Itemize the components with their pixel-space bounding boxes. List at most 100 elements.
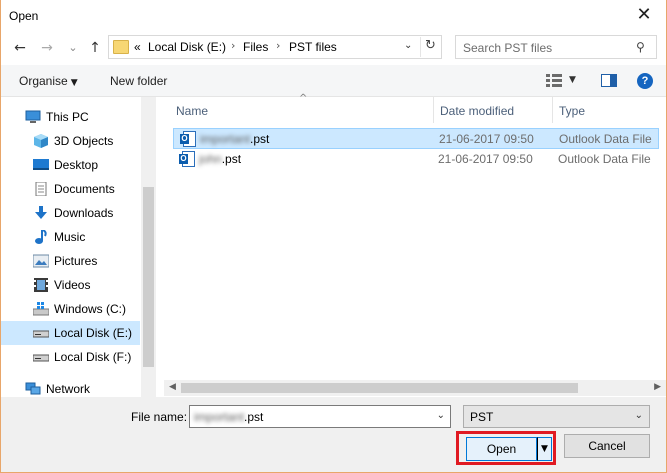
- sidebar-item-windows-c[interactable]: Windows (C:): [1, 297, 140, 321]
- sidebar-item-label: Music: [54, 230, 86, 244]
- documents-icon: [33, 181, 49, 197]
- command-bar: Organise ▼ New folder ▼ ?: [1, 65, 666, 97]
- network-icon: [25, 382, 41, 396]
- outlook-file-icon: O: [179, 151, 195, 167]
- file-name-label: File name:: [131, 410, 188, 424]
- back-arrow-icon[interactable]: ←: [12, 40, 28, 56]
- sidebar-item-label: Network: [46, 382, 91, 396]
- open-button[interactable]: Open: [466, 437, 537, 461]
- sidebar-item-label: Downloads: [54, 206, 114, 220]
- address-bar[interactable]: « Local Disk (E:) › Files › PST files ⌄ …: [108, 35, 442, 59]
- close-icon[interactable]: ✕: [632, 4, 656, 26]
- sidebar-item-documents[interactable]: Documents: [1, 177, 140, 201]
- refresh-icon[interactable]: ↻: [425, 38, 441, 56]
- sidebar-item-label: Windows (C:): [54, 302, 127, 316]
- sidebar-item-label: Pictures: [54, 254, 98, 268]
- scrollbar-thumb[interactable]: [181, 383, 578, 393]
- chevron-down-icon: ⌄: [634, 410, 643, 421]
- file-name: john.pst: [199, 152, 242, 166]
- caret-down-icon[interactable]: ▼: [569, 75, 576, 85]
- column-header-label: Date modified: [440, 104, 515, 118]
- sidebar-item-network[interactable]: Network: [1, 377, 140, 397]
- breadcrumb-files[interactable]: Files: [243, 40, 268, 54]
- file-list: ^ Name Date modified Type O important.ps…: [164, 93, 666, 382]
- file-row[interactable]: O important.pst 21-06-2017 09:50 Outlook…: [173, 128, 659, 149]
- sidebar-item-desktop[interactable]: Desktop: [1, 153, 140, 177]
- download-icon: [33, 206, 49, 220]
- column-header-type[interactable]: Type: [553, 97, 666, 123]
- scroll-right-icon[interactable]: ▶: [654, 382, 661, 392]
- windows-drive-icon: [32, 302, 50, 316]
- sidebar-item-label: 3D Objects: [54, 134, 114, 148]
- sidebar-item-label: This PC: [46, 110, 89, 124]
- scroll-left-icon[interactable]: ◀: [169, 382, 176, 392]
- breadcrumb-separator-icon[interactable]: ›: [276, 39, 280, 52]
- cube-icon: [33, 134, 49, 148]
- search-input[interactable]: Search PST files: [463, 41, 552, 55]
- drive-icon: [32, 350, 50, 364]
- file-type: Outlook Data File: [558, 152, 651, 166]
- view-options-icon[interactable]: [546, 74, 562, 87]
- videos-icon: [33, 278, 49, 292]
- sidebar-item-this-pc[interactable]: This PC: [1, 105, 140, 129]
- outlook-file-icon: O: [180, 131, 196, 147]
- column-header-date-modified[interactable]: Date modified: [434, 97, 553, 123]
- chevron-down-icon[interactable]: ⌄: [437, 410, 445, 421]
- sidebar-item-downloads[interactable]: Downloads: [1, 201, 140, 225]
- pane-divider[interactable]: [157, 97, 164, 397]
- preview-pane-icon[interactable]: [601, 74, 617, 87]
- dialog-footer: File name: important.pst ⌄ PST ⌄ Open ▼ …: [1, 397, 666, 472]
- file-list-scrollbar[interactable]: ◀ ▶: [164, 380, 666, 396]
- forward-arrow-icon[interactable]: →: [39, 40, 55, 56]
- breadcrumb-overflow[interactable]: «: [134, 40, 141, 54]
- navigation-bar: ← → ⌄ ↑ « Local Disk (E:) › Files › PST …: [1, 31, 666, 65]
- search-box[interactable]: Search PST files ⚲: [455, 35, 657, 59]
- up-arrow-icon[interactable]: ↑: [87, 40, 103, 56]
- title-bar: Open ✕: [1, 0, 666, 31]
- breadcrumb-separator-icon[interactable]: ›: [231, 39, 235, 52]
- sidebar-item-local-disk-e[interactable]: Local Disk (E:): [1, 321, 140, 345]
- file-row[interactable]: O john.pst 21-06-2017 09:50 Outlook Data…: [173, 149, 659, 170]
- sidebar-item-music[interactable]: Music: [1, 225, 140, 249]
- divider: [420, 37, 421, 57]
- help-icon[interactable]: ?: [637, 73, 653, 89]
- scrollbar-thumb[interactable]: [143, 187, 154, 367]
- music-icon: [33, 229, 49, 244]
- drive-icon: [32, 326, 50, 340]
- breadcrumb-pst-files[interactable]: PST files: [289, 40, 337, 54]
- file-type: Outlook Data File: [559, 132, 652, 146]
- column-header-name[interactable]: Name: [170, 97, 434, 123]
- sidebar-item-label: Local Disk (E:): [54, 326, 133, 340]
- file-name-value: important.pst: [194, 410, 264, 424]
- sidebar-item-pictures[interactable]: Pictures: [1, 249, 140, 273]
- sidebar-item-label: Desktop: [54, 158, 99, 172]
- computer-icon: [25, 110, 41, 124]
- file-date: 21-06-2017 09:50: [438, 152, 533, 166]
- desktop-icon: [33, 158, 49, 172]
- sidebar-item-local-disk-f[interactable]: Local Disk (F:): [1, 345, 140, 369]
- recent-locations-icon[interactable]: ⌄: [65, 40, 81, 56]
- sidebar-item-3d-objects[interactable]: 3D Objects: [1, 129, 140, 153]
- sidebar-item-videos[interactable]: Videos: [1, 273, 140, 297]
- organise-label: Organise: [19, 74, 68, 88]
- sidebar-item-label: Documents: [54, 182, 115, 196]
- new-folder-button[interactable]: New folder: [110, 74, 167, 88]
- open-button-highlight: Open ▼: [456, 431, 556, 465]
- column-header-label: Name: [176, 104, 209, 118]
- navigation-pane: This PC 3D Objects Desktop Documents Dow…: [1, 97, 156, 397]
- folder-icon: [113, 40, 129, 54]
- organise-button[interactable]: Organise ▼: [19, 74, 78, 88]
- column-header-label: Type: [559, 104, 586, 118]
- file-date: 21-06-2017 09:50: [439, 132, 534, 146]
- file-name-field[interactable]: important.pst ⌄: [189, 405, 451, 428]
- cancel-button[interactable]: Cancel: [564, 434, 650, 458]
- pictures-icon: [32, 254, 50, 268]
- file-type-filter[interactable]: PST ⌄: [463, 405, 650, 428]
- file-type-filter-value: PST: [470, 410, 494, 424]
- breadcrumb-local-disk-e[interactable]: Local Disk (E:): [148, 40, 226, 54]
- sidebar-scrollbar[interactable]: [141, 97, 156, 397]
- search-icon[interactable]: ⚲: [636, 40, 650, 54]
- caret-down-icon: ▼: [70, 78, 78, 88]
- chevron-down-icon[interactable]: ⌄: [404, 40, 418, 54]
- open-options-caret-icon[interactable]: ▼: [537, 437, 552, 461]
